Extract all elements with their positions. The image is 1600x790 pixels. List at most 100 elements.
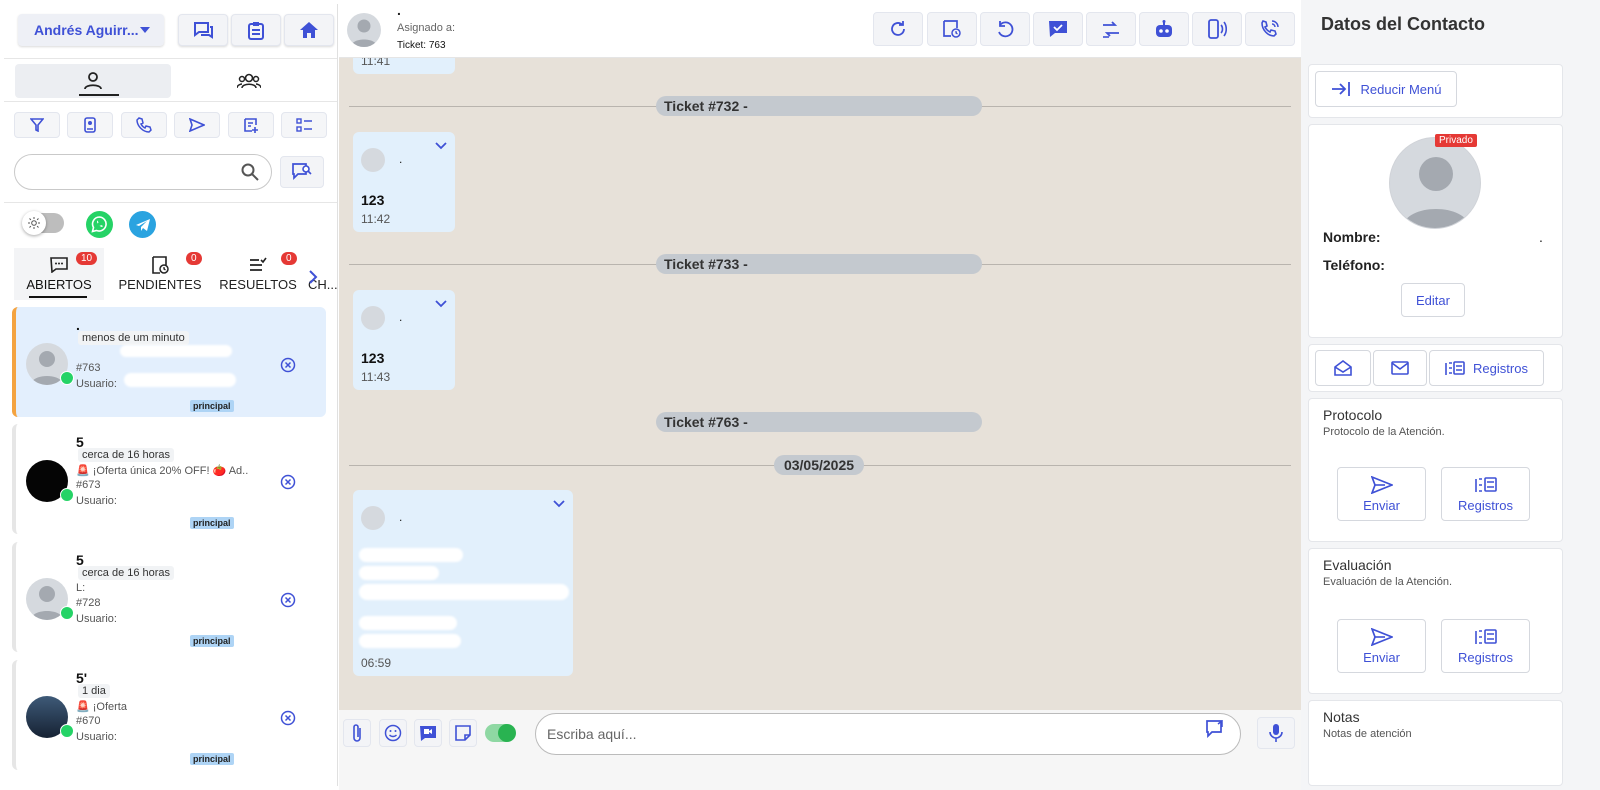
quick-reply-icon[interactable] [1206, 720, 1226, 738]
logs-button[interactable]: Registros [1429, 350, 1544, 386]
transfer-button[interactable] [1086, 12, 1136, 46]
tab-resueltos-label: RESUELTOS [219, 277, 297, 292]
chevron-down-icon[interactable] [435, 300, 447, 308]
clipboard-icon [248, 21, 264, 40]
clipboard-button[interactable] [231, 14, 281, 46]
return-button[interactable] [980, 12, 1030, 46]
evaluation-subtitle: Evaluación de la Atención. [1323, 576, 1453, 588]
tab-pendientes[interactable]: PENDIENTES 0 [108, 248, 212, 300]
signature-toggle[interactable] [485, 724, 516, 742]
evaluation-send-button[interactable]: Enviar [1337, 619, 1426, 673]
voice-call-button[interactable] [1245, 12, 1295, 46]
ticket-number: Ticket: 763 [397, 40, 446, 51]
ticket-card[interactable]: 5 cerca de 16 horas 🚨 ¡Oferta única 20% … [12, 424, 326, 534]
whatsapp-icon [60, 371, 74, 385]
count-badge: 0 [281, 252, 297, 265]
chats-button[interactable] [178, 14, 228, 46]
evaluation-panel: Evaluación Evaluación de la Atención. En… [1308, 548, 1563, 694]
home-icon [300, 22, 318, 38]
contact-avatar[interactable] [347, 13, 381, 47]
tab-abiertos[interactable]: ABIERTOS 10 [14, 248, 104, 300]
message-time: 11:42 [361, 212, 391, 226]
search-icon [241, 163, 259, 181]
list-logs-icon [1474, 628, 1497, 644]
last-message-time: menos de um minuto [78, 331, 189, 345]
assigned-user: Usuario: [76, 731, 117, 743]
new-chat-button[interactable] [280, 156, 324, 188]
refresh-button[interactable] [873, 12, 923, 46]
drawer-title: Datos del Contacto [1321, 14, 1486, 34]
queue-tag: principal [190, 753, 234, 765]
search-input[interactable] [14, 154, 272, 190]
send-button[interactable] [174, 112, 220, 138]
logs-button-label: Registros [1473, 360, 1528, 376]
tab-group-tickets[interactable] [171, 64, 327, 98]
chatbot-button[interactable] [1139, 12, 1189, 46]
whatsapp-icon [60, 724, 74, 738]
ticket-card[interactable]: . menos de um minuto #763 Usuario: princ… [12, 307, 326, 417]
attach-button[interactable] [343, 719, 371, 747]
ticket-card[interactable]: 5 cerca de 16 horas L: #728 Usuario: pri… [12, 542, 326, 652]
protocol-title: Protocolo [1323, 407, 1383, 423]
filter-button[interactable] [14, 112, 60, 138]
chevron-down-icon[interactable] [435, 142, 447, 150]
assigned-label: Asignado a: [397, 22, 456, 34]
microphone-button[interactable] [1257, 717, 1295, 749]
phone-ring-icon [1208, 19, 1227, 39]
collapse-right-icon [1331, 82, 1350, 96]
mail-open-icon [1334, 360, 1352, 376]
add-note-button[interactable] [228, 112, 274, 138]
chevron-right-icon[interactable] [308, 270, 318, 284]
collapse-menu-label: Reducir Menú [1360, 81, 1442, 97]
close-ticket-icon[interactable] [280, 592, 296, 608]
close-ticket-icon[interactable] [280, 474, 296, 490]
open-mail-button[interactable] [1315, 350, 1371, 386]
sender-avatar [361, 506, 385, 530]
collapse-menu-button[interactable]: Reducir Menú [1315, 71, 1457, 107]
last-message-time: cerca de 16 horas [78, 448, 175, 462]
calls-button[interactable] [121, 112, 167, 138]
video-message-button[interactable] [414, 719, 442, 747]
emoji-button[interactable] [379, 719, 407, 747]
evaluation-logs-button[interactable]: Registros [1441, 619, 1530, 673]
sticker-button[interactable] [449, 719, 477, 747]
message-input[interactable]: Escriba aquí... [535, 713, 1241, 755]
notes-panel: Notas Notas de atención [1308, 700, 1563, 786]
telegram-channel-icon[interactable] [129, 211, 156, 238]
user-selector[interactable]: Andrés Aguirr... [18, 14, 164, 46]
schedule-button[interactable] [927, 12, 977, 46]
protocol-send-button[interactable]: Enviar [1337, 467, 1426, 521]
checklist-button[interactable] [281, 112, 327, 138]
protocol-panel: Protocolo Protocolo de la Atención. Envi… [1308, 398, 1563, 542]
emoji-icon [384, 724, 402, 742]
theme-toggle[interactable] [22, 211, 64, 235]
close-ticket-icon[interactable] [280, 357, 296, 373]
tab-my-tickets[interactable] [15, 64, 171, 98]
protocol-logs-button[interactable]: Registros [1441, 467, 1530, 521]
ticket-card[interactable]: 5' 1 dia 🚨 ¡Oferta #670 Usuario: princip… [12, 660, 326, 770]
list-logs-icon [1474, 476, 1497, 492]
contacts-button[interactable] [67, 112, 113, 138]
queue-tag: principal [190, 635, 234, 647]
chevron-down-icon[interactable] [553, 500, 565, 508]
mobile-call-button[interactable] [1192, 12, 1242, 46]
close-ticket-icon[interactable] [280, 710, 296, 726]
send-icon [189, 118, 205, 132]
list-logs-icon [1445, 361, 1465, 375]
send-icon [1370, 627, 1393, 646]
checklist-icon [296, 118, 312, 132]
paperclip-icon [353, 724, 361, 742]
contact-actions-panel: Registros [1308, 344, 1563, 392]
ticket-separator: Ticket #733 - [656, 254, 982, 274]
message-time: 11:41 [361, 58, 391, 68]
redacted-text [359, 548, 463, 562]
group-icon [237, 73, 261, 89]
email-button[interactable] [1373, 350, 1427, 386]
mail-icon [1391, 361, 1409, 375]
whatsapp-channel-icon[interactable] [86, 211, 113, 238]
tab-resueltos[interactable]: RESUELTOS 0 [212, 248, 304, 300]
resolve-button[interactable] [1033, 12, 1083, 46]
home-button[interactable] [284, 14, 334, 46]
assigned-user: Usuario: [76, 613, 117, 625]
edit-contact-button[interactable]: Editar [1401, 283, 1465, 317]
